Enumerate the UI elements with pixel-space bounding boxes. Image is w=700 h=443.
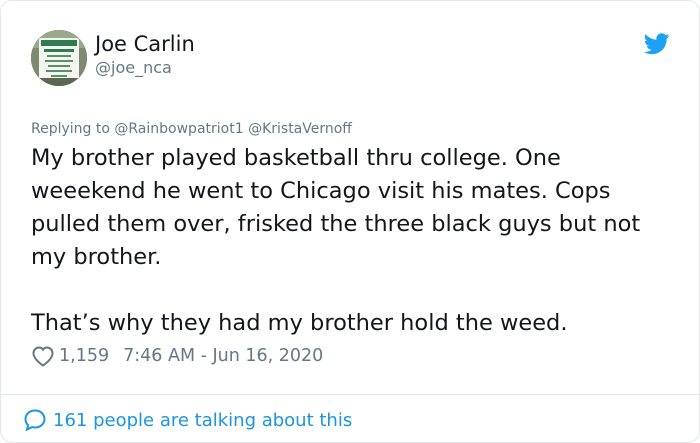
reply-prefix: Replying to [31,121,110,137]
parking-sign-avatar-icon [31,30,87,86]
author-handle[interactable]: @joe_nca [95,58,172,78]
timestamp[interactable]: 7:46 AM - Jun 16, 2020 [123,346,323,366]
tweet-meta: 1,159 7:46 AM - Jun 16, 2020 [31,343,323,369]
tweet-paragraph: That’s why they had my brother hold the … [31,310,568,336]
tweet-card: Joe Carlin @joe_nca Replying to @Rainbow… [0,0,700,443]
tweet-text: My brother played basketball thru colleg… [31,142,681,340]
speech-bubble-icon [24,409,46,432]
reply-context: Replying to @Rainbowpatriot1 @KristaVern… [31,120,352,138]
author-name[interactable]: Joe Carlin [95,31,195,57]
heart-icon[interactable] [31,345,55,367]
avatar[interactable] [31,30,87,86]
divider [1,394,699,395]
like-count[interactable]: 1,159 [59,346,109,366]
twitter-bird-icon[interactable] [644,33,670,55]
reply-mentions[interactable]: @Rainbowpatriot1 @KristaVernoff [114,121,352,137]
conversation-label[interactable]: 161 people are talking about this [53,410,352,431]
conversation-link[interactable]: 161 people are talking about this [23,405,352,435]
tweet-paragraph: My brother played basketball thru colleg… [31,145,641,270]
